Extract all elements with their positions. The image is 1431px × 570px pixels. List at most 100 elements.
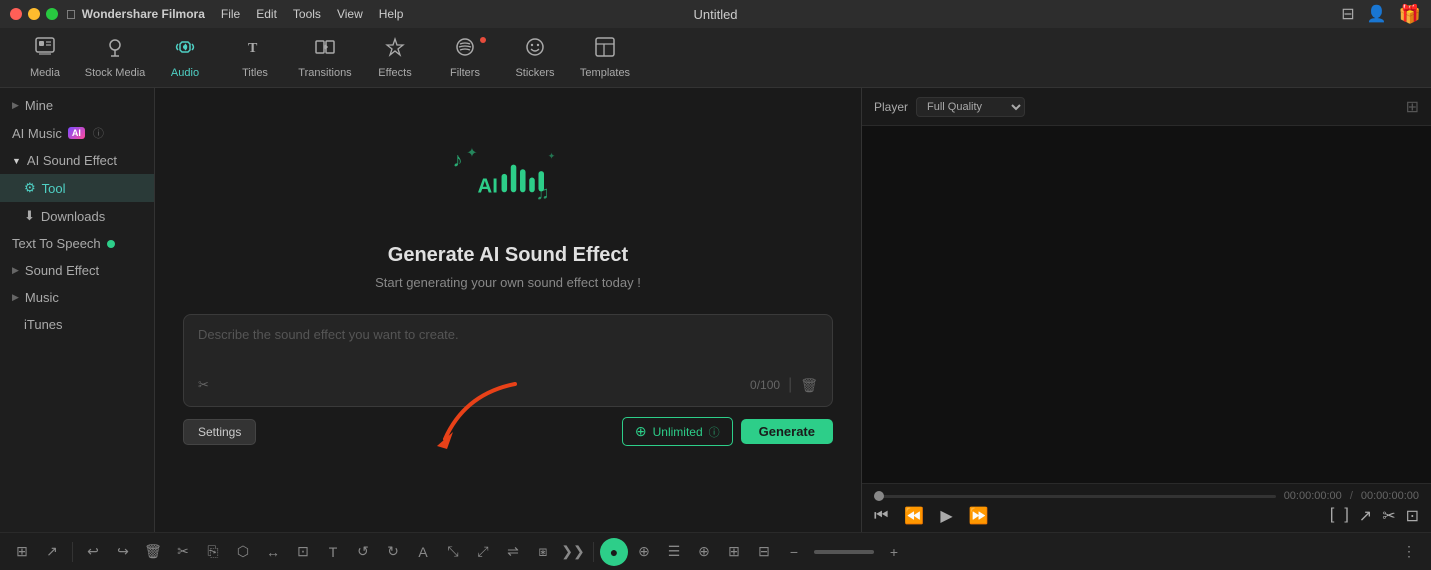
filters-label: Filters	[450, 67, 480, 79]
sidebar: ▶ Mine AI Music AI ⓘ ▼ AI Sound Effect ⚙…	[0, 88, 155, 532]
generate-subtitle: Start generating your own sound effect t…	[375, 275, 641, 290]
progress-handle[interactable]	[874, 491, 884, 501]
toolbar-transitions[interactable]: Transitions	[290, 31, 360, 85]
toolbar-filters[interactable]: Filters	[430, 31, 500, 85]
toolbar-stock-media[interactable]: Stock Media	[80, 31, 150, 85]
bt-expand-icon[interactable]: ⤡	[439, 538, 467, 566]
bt-delete-icon[interactable]: 🗑	[139, 538, 167, 566]
bt-split-icon[interactable]: ↔	[259, 538, 287, 566]
sidebar-item-ai-music[interactable]: AI Music AI ⓘ	[0, 119, 154, 147]
bt-zoom-out-icon[interactable]: −	[780, 538, 808, 566]
unlimited-button[interactable]: ⊕ Unlimited ⓘ	[622, 417, 733, 446]
bt-grid-icon[interactable]: ⊞	[8, 538, 36, 566]
titles-label: Titles	[242, 67, 268, 79]
content-area: ♪ ♫ AI ✦ ✦ Generate AI Sound Effect Star…	[155, 88, 861, 532]
grid-view-icon[interactable]: ⊞	[1406, 97, 1419, 117]
minimize-button[interactable]	[28, 8, 40, 20]
rewind-icon[interactable]: ⏪	[904, 506, 924, 526]
bt-compress-icon[interactable]: ⤢	[469, 538, 497, 566]
filters-badge	[480, 37, 486, 43]
toolbar-templates[interactable]: Templates	[570, 31, 640, 85]
export-icon[interactable]: ↗	[1359, 506, 1372, 526]
sidebar-ai-sound-label: AI Sound Effect	[27, 153, 117, 168]
bt-redo-icon[interactable]: ↪	[109, 538, 137, 566]
gift-icon[interactable]: 🎁	[1399, 4, 1421, 25]
play-icon[interactable]: ▶	[940, 506, 952, 526]
menu-tools[interactable]: Tools	[293, 7, 321, 21]
time-current: 00:00:00:00	[1284, 490, 1342, 502]
close-button[interactable]	[10, 8, 22, 20]
app-info:  Wondershare Filmora	[66, 7, 205, 22]
sidebar-item-sound-effect[interactable]: ▶ Sound Effect	[0, 257, 154, 284]
maximize-button[interactable]	[46, 8, 58, 20]
action-bar: Settings ⊕ Unlimited ⓘ Generate	[183, 417, 833, 446]
generate-button[interactable]: Generate	[741, 419, 833, 444]
sidebar-item-itunes[interactable]: iTunes	[0, 311, 154, 338]
bt-rotate-right-icon[interactable]: ↻	[379, 538, 407, 566]
bt-more-icon[interactable]: ❯❯	[559, 538, 587, 566]
bt-rotate-left-icon[interactable]: ↺	[349, 538, 377, 566]
bt-insert-icon[interactable]: ⊕	[690, 538, 718, 566]
bt-arrow-icon[interactable]: ↗	[38, 538, 66, 566]
bt-plus-icon[interactable]: ⊕	[630, 538, 658, 566]
main-toolbar: Media Stock Media Audio T	[0, 28, 1431, 88]
bt-crop-icon[interactable]: ⊡	[289, 538, 317, 566]
sidebar-item-tool[interactable]: ⚙ Tool	[0, 174, 154, 202]
playback-controls: ⏮ ⏪ ▶ ⏩ [ ] ↗ ✂ ⊡	[874, 506, 1419, 526]
screen-share-icon[interactable]: ⊟	[1341, 4, 1354, 24]
fast-forward-icon[interactable]: ⏩	[969, 506, 989, 526]
sidebar-item-text-to-speech[interactable]: Text To Speech	[0, 230, 154, 257]
mark-out-icon[interactable]: ]	[1344, 506, 1348, 526]
bt-grid2-icon[interactable]: ⊞	[720, 538, 748, 566]
window-title: Untitled	[693, 7, 737, 22]
toolbar-media[interactable]: Media	[10, 31, 80, 85]
quality-select[interactable]: Full Quality Half Quality Quarter Qualit…	[916, 97, 1025, 117]
mark-in-icon[interactable]: [	[1330, 506, 1334, 526]
bt-copy-icon[interactable]: ⎘	[199, 538, 227, 566]
sidebar-item-music[interactable]: ▶ Music	[0, 284, 154, 311]
bt-layer-icon[interactable]: ⧆	[529, 538, 557, 566]
effects-icon	[384, 36, 406, 64]
more-icon[interactable]: ⊡	[1406, 506, 1419, 526]
sidebar-item-downloads[interactable]: ⬇ Downloads	[0, 202, 154, 230]
plus-circle-icon: ⊕	[635, 423, 647, 440]
bt-ai-icon[interactable]: A	[409, 538, 437, 566]
profile-icon[interactable]: 👤	[1367, 4, 1387, 24]
sound-effect-input[interactable]	[198, 327, 818, 363]
bt-divider-2	[593, 542, 594, 562]
step-back-icon[interactable]: ⏮	[874, 507, 888, 525]
progress-bar[interactable]	[874, 495, 1276, 498]
bt-zoom-in-icon[interactable]: +	[880, 538, 908, 566]
stickers-label: Stickers	[515, 67, 554, 79]
bt-list-icon[interactable]: ☰	[660, 538, 688, 566]
toolbar-titles[interactable]: T Titles	[220, 31, 290, 85]
settings-button[interactable]: Settings	[183, 419, 256, 445]
sidebar-sound-label: Sound Effect	[25, 263, 99, 278]
menu-help[interactable]: Help	[379, 7, 404, 21]
bt-undo-icon[interactable]: ↩	[79, 538, 107, 566]
menu-view[interactable]: View	[337, 7, 363, 21]
bt-record-icon[interactable]: ●	[600, 538, 628, 566]
bt-text-icon[interactable]: T	[319, 538, 347, 566]
toolbar-stickers[interactable]: Stickers	[500, 31, 570, 85]
svg-text:♪: ♪	[453, 149, 463, 171]
menu-edit[interactable]: Edit	[256, 7, 277, 21]
bt-settings-icon[interactable]: ⋮	[1395, 538, 1423, 566]
menu-file[interactable]: File	[221, 7, 240, 21]
bt-minus-icon[interactable]: ⊟	[750, 538, 778, 566]
toolbar-effects[interactable]: Effects	[360, 31, 430, 85]
bt-swap-icon[interactable]: ⇌	[499, 538, 527, 566]
sidebar-item-ai-sound-effect[interactable]: ▼ AI Sound Effect	[0, 147, 154, 174]
bt-cut-icon[interactable]: ✂	[169, 538, 197, 566]
toolbar-audio[interactable]: Audio	[150, 31, 220, 85]
tool-icon: ⚙	[24, 180, 36, 196]
download-icon: ⬇	[24, 208, 35, 224]
sidebar-item-mine[interactable]: ▶ Mine	[0, 92, 154, 119]
bt-shape-icon[interactable]: ⬡	[229, 538, 257, 566]
trash-icon[interactable]: 🗑	[800, 377, 818, 394]
new-dot-badge	[107, 240, 115, 248]
progress-row: 00:00:00:00 / 00:00:00:00	[874, 490, 1419, 502]
zoom-slider[interactable]	[814, 550, 874, 554]
transitions-label: Transitions	[298, 67, 351, 79]
trim-icon[interactable]: ✂	[1382, 506, 1395, 526]
